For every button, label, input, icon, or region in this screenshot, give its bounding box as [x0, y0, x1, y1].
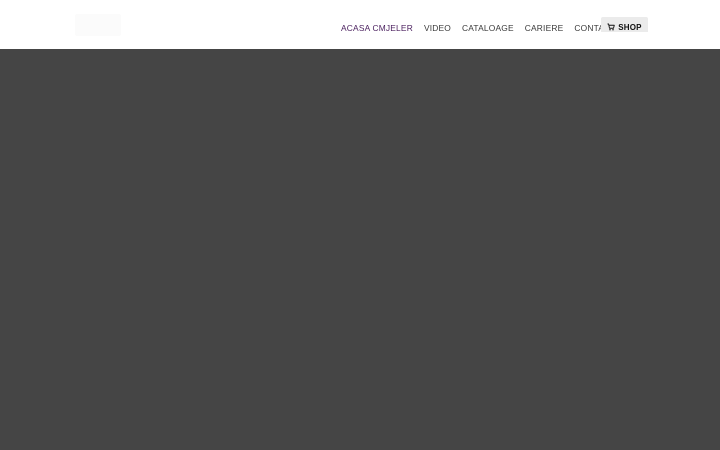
site-logo[interactable] — [75, 14, 121, 36]
shop-label: SHOP — [618, 22, 642, 32]
cart-icon — [607, 23, 615, 31]
nav-item-acasa[interactable]: ACASA CMJELER — [341, 22, 413, 34]
nav-item-cataloage[interactable]: CATALOAGE — [462, 22, 514, 34]
page: ACASA CMJELER VIDEO CATALOAGE CARIERE CO… — [0, 0, 720, 450]
main-nav: ACASA CMJELER VIDEO CATALOAGE CARIERE CO… — [341, 22, 627, 34]
nav-item-video[interactable]: VIDEO — [424, 22, 451, 34]
site-header: ACASA CMJELER VIDEO CATALOAGE CARIERE CO… — [0, 0, 720, 49]
nav-item-cariere[interactable]: CARIERE — [525, 22, 564, 34]
shop-button[interactable]: SHOP — [601, 17, 648, 32]
shop-button-content: SHOP — [607, 21, 642, 33]
hero-banner — [0, 49, 720, 450]
